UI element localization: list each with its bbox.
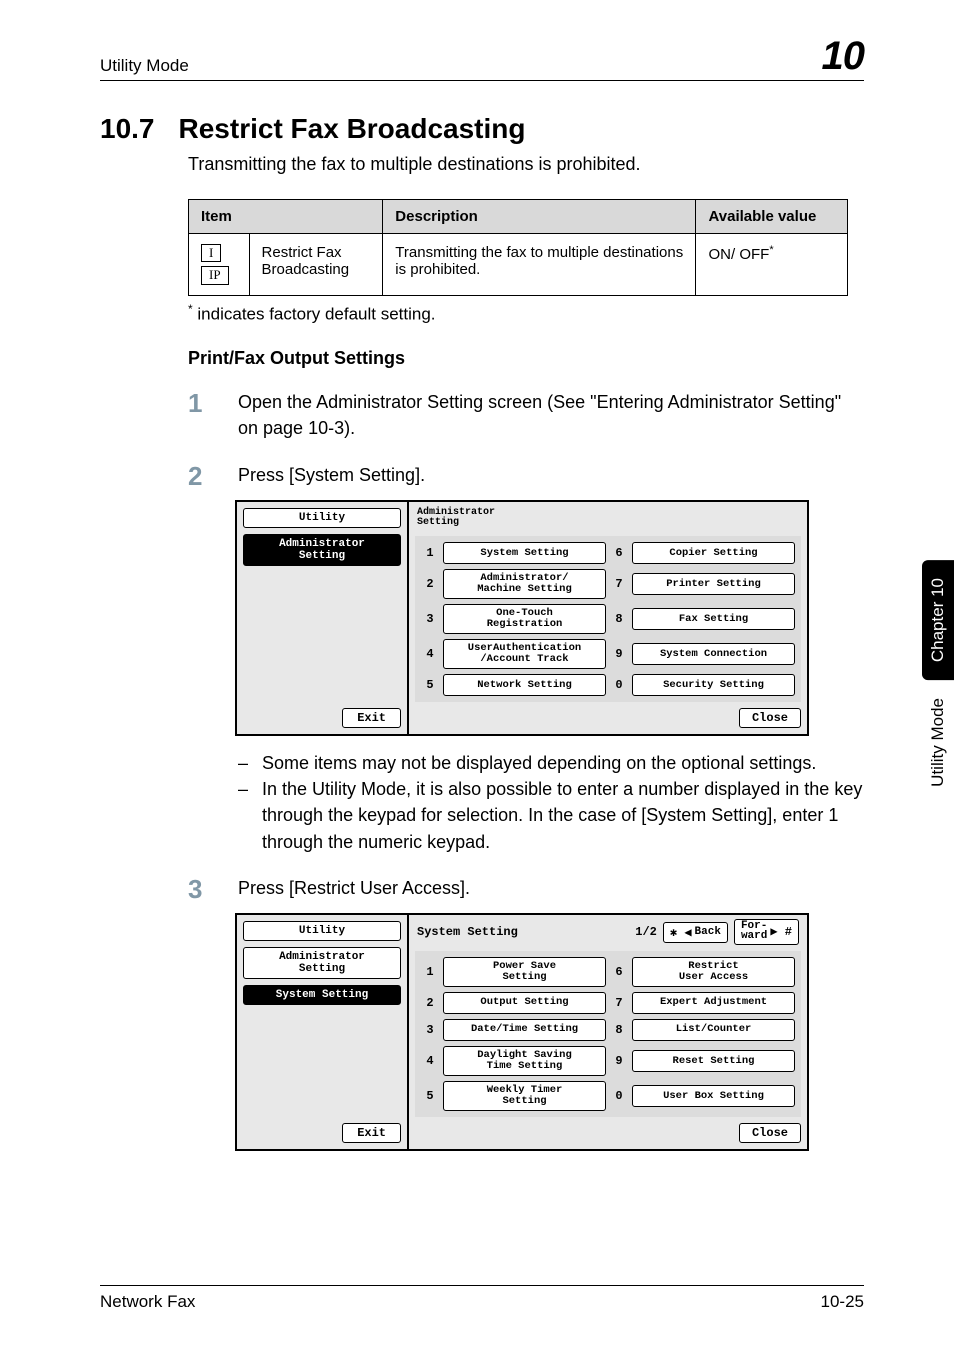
opt-num: 0 — [610, 1089, 628, 1103]
step-2: 2 Press [System Setting]. — [188, 462, 864, 491]
opt-num: 5 — [421, 678, 439, 692]
exit-button[interactable]: Exit — [342, 708, 401, 728]
option-grid: 1 System Setting 6 Copier Setting 2 Admi… — [415, 536, 801, 702]
opt-num: 0 — [610, 678, 628, 692]
section-tab: Utility Mode — [926, 694, 950, 791]
opt-reset-setting[interactable]: Reset Setting — [632, 1050, 795, 1072]
opt-network-setting[interactable]: Network Setting — [443, 674, 606, 696]
exit-button[interactable]: Exit — [342, 1123, 401, 1143]
item-value: ON/ OFF* — [696, 234, 848, 296]
opt-num: 2 — [421, 577, 439, 591]
breadcrumb-utility[interactable]: Utility — [243, 508, 401, 528]
breadcrumb-system-setting[interactable]: System Setting — [243, 985, 401, 1005]
opt-printer-setting[interactable]: Printer Setting — [632, 573, 795, 595]
note-text: Some items may not be displayed dependin… — [262, 750, 816, 776]
item-desc: Transmitting the fax to multiple destina… — [383, 234, 696, 296]
opt-num: 1 — [421, 546, 439, 560]
opt-date-time[interactable]: Date/Time Setting — [443, 1019, 606, 1041]
col-item: Item — [189, 200, 383, 234]
running-title: Utility Mode — [100, 56, 189, 76]
breadcrumb-admin-setting[interactable]: Administrator Setting — [243, 534, 401, 566]
opt-user-auth[interactable]: UserAuthentication /Account Track — [443, 639, 606, 669]
section-intro: Transmitting the fax to multiple destina… — [188, 151, 864, 177]
side-tab: Chapter 10 Utility Mode — [922, 560, 954, 791]
running-header: Utility Mode 10 — [100, 36, 864, 87]
arrow-left-icon: ✱ ◀ — [670, 925, 692, 940]
section-heading: 10.7 Restrict Fax Broadcasting — [100, 113, 864, 145]
lcd-screenshot-admin: Utility Administrator Setting Exit Admin… — [235, 500, 809, 736]
opt-num: 6 — [610, 546, 628, 560]
chapter-tab: Chapter 10 — [922, 560, 954, 680]
col-desc: Description — [383, 200, 696, 234]
step-text: Press [System Setting]. — [238, 462, 425, 488]
opt-num: 3 — [421, 1023, 439, 1037]
opt-num: 7 — [610, 577, 628, 591]
opt-fax-setting[interactable]: Fax Setting — [632, 608, 795, 630]
footer-left: Network Fax — [100, 1292, 195, 1312]
step-notes: –Some items may not be displayed dependi… — [238, 750, 864, 854]
opt-num: 3 — [421, 612, 439, 626]
col-value: Available value — [696, 200, 848, 234]
opt-num: 9 — [610, 647, 628, 661]
footnote: * indicates factory default setting. — [188, 302, 864, 325]
close-button[interactable]: Close — [739, 1123, 801, 1143]
opt-num: 2 — [421, 996, 439, 1010]
opt-num: 7 — [610, 996, 628, 1010]
opt-weekly-timer[interactable]: Weekly Timer Setting — [443, 1081, 606, 1111]
back-button[interactable]: ✱ ◀Back — [663, 922, 728, 943]
opt-num: 1 — [421, 965, 439, 979]
forward-button[interactable]: For- ward▶ # — [734, 919, 799, 945]
panel-title: System Setting — [417, 925, 629, 939]
footer-right: 10-25 — [821, 1292, 864, 1312]
chapter-number: 10 — [822, 36, 865, 76]
opt-num: 5 — [421, 1089, 439, 1103]
opt-expert-adjustment[interactable]: Expert Adjustment — [632, 992, 795, 1014]
section-title: Restrict Fax Broadcasting — [179, 113, 526, 145]
opt-num: 8 — [610, 1023, 628, 1037]
page-footer: Network Fax 10-25 — [100, 1285, 864, 1312]
breadcrumb-admin-setting[interactable]: Administrator Setting — [243, 947, 401, 979]
opt-num: 4 — [421, 1054, 439, 1068]
section-number: 10.7 — [100, 113, 155, 145]
opt-num: 4 — [421, 647, 439, 661]
page-indicator: 1/2 — [635, 925, 657, 939]
settings-table: Item Description Available value I IP Re… — [188, 199, 848, 296]
opt-one-touch[interactable]: One-Touch Registration — [443, 604, 606, 634]
lcd-screenshot-system-setting: Utility Administrator Setting System Set… — [235, 913, 809, 1151]
badge-internet: I — [201, 244, 221, 262]
panel-title: Administrator Setting — [415, 506, 801, 532]
step-3: 3 Press [Restrict User Access]. — [188, 875, 864, 904]
note-text: In the Utility Mode, it is also possible… — [262, 776, 864, 854]
opt-power-save[interactable]: Power Save Setting — [443, 957, 606, 987]
opt-num: 8 — [610, 612, 628, 626]
opt-daylight-saving[interactable]: Daylight Saving Time Setting — [443, 1046, 606, 1076]
badge-ip: IP — [201, 266, 229, 284]
opt-user-box-setting[interactable]: User Box Setting — [632, 1085, 795, 1107]
close-button[interactable]: Close — [739, 708, 801, 728]
table-row: I IP Restrict Fax Broadcasting Transmitt… — [189, 234, 848, 296]
opt-num: 6 — [610, 965, 628, 979]
opt-restrict-user-access[interactable]: Restrict User Access — [632, 957, 795, 987]
opt-list-counter[interactable]: List/Counter — [632, 1019, 795, 1041]
opt-security-setting[interactable]: Security Setting — [632, 674, 795, 696]
opt-copier-setting[interactable]: Copier Setting — [632, 542, 795, 564]
opt-system-connection[interactable]: System Connection — [632, 643, 795, 665]
opt-admin-machine[interactable]: Administrator/ Machine Setting — [443, 569, 606, 599]
step-1: 1 Open the Administrator Setting screen … — [188, 389, 864, 441]
opt-num: 9 — [610, 1054, 628, 1068]
breadcrumb-utility[interactable]: Utility — [243, 921, 401, 941]
opt-output-setting[interactable]: Output Setting — [443, 992, 606, 1014]
step-number: 1 — [188, 389, 218, 418]
option-grid: 1 Power Save Setting 6 Restrict User Acc… — [415, 951, 801, 1117]
item-name: Restrict Fax Broadcasting — [249, 234, 383, 296]
step-number: 2 — [188, 462, 218, 491]
step-text: Press [Restrict User Access]. — [238, 875, 470, 901]
opt-system-setting[interactable]: System Setting — [443, 542, 606, 564]
step-text: Open the Administrator Setting screen (S… — [238, 389, 864, 441]
arrow-right-icon: ▶ # — [770, 927, 792, 938]
subsection-heading: Print/Fax Output Settings — [188, 348, 864, 369]
step-number: 3 — [188, 875, 218, 904]
